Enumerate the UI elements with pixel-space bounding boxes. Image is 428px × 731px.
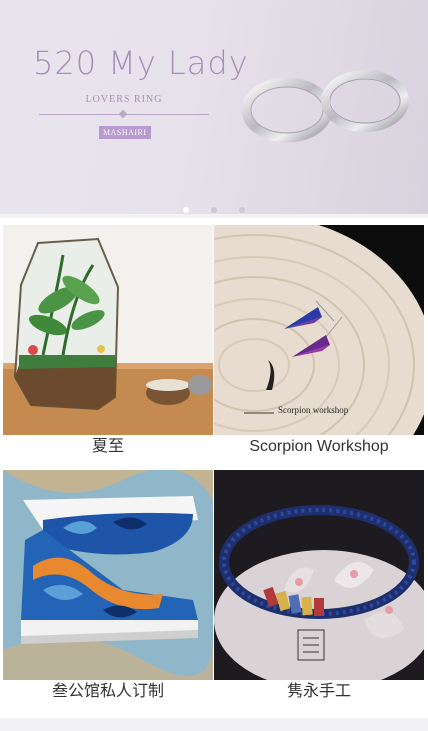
rings-image (241, 70, 409, 143)
product-card[interactable]: 叁公馆私人订制 (3, 470, 213, 704)
banner-carousel[interactable]: 520 My Lady LOVERS RING MASHAIRI (0, 0, 428, 214)
product-image-sneakers[interactable] (3, 470, 213, 680)
banner-subtitle: LOVERS RING (85, 94, 163, 105)
product-card[interactable]: 夏至 (3, 225, 213, 459)
banner-brand-badge: MASHAIRI (99, 126, 151, 139)
product-grid: 夏至 Scorpion workshop Scorpion Workshop 叁… (0, 218, 428, 718)
product-name[interactable]: 隽永手工 (214, 680, 424, 704)
watermark-text: Scorpion workshop (278, 405, 349, 415)
product-image-terrarium[interactable] (3, 225, 213, 435)
banner-divider (39, 114, 209, 115)
product-name[interactable]: 夏至 (3, 435, 213, 459)
banner-text-block: 520 My Lady LOVERS RING MASHAIRI (33, 44, 249, 139)
carousel-indicators (0, 198, 428, 214)
carousel-dot[interactable] (183, 207, 189, 213)
product-image-earrings[interactable]: Scorpion workshop (214, 225, 424, 435)
product-image-bracelet[interactable] (214, 470, 424, 680)
product-name[interactable]: Scorpion Workshop (214, 435, 424, 459)
product-card[interactable]: Scorpion workshop Scorpion Workshop (214, 225, 424, 459)
carousel-dot[interactable] (211, 207, 217, 213)
product-name[interactable]: 叁公馆私人订制 (3, 680, 213, 704)
banner-title: 520 My Lady (33, 44, 249, 82)
carousel-dot[interactable] (239, 207, 245, 213)
product-card[interactable]: 隽永手工 (214, 470, 424, 704)
